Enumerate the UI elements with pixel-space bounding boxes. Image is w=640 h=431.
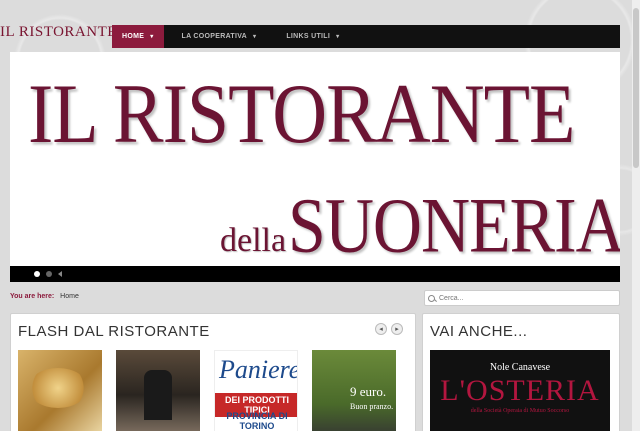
nav-la-cooperativa[interactable]: LA COOPERATIVA ▾ <box>170 25 269 48</box>
banner-title: IL RISTORANTE <box>28 67 575 162</box>
osteria-subtitle: della Società Operaia di Mutuo Soccorso <box>470 408 570 414</box>
search-input[interactable] <box>439 294 609 302</box>
carousel-arrows: ◂ ▸ <box>375 323 403 335</box>
search-icon[interactable] <box>428 294 435 302</box>
vai-anche-panel: VAI ANCHE... Nole Canavese L'OSTERIA del… <box>422 313 620 431</box>
banner-suoneria: SUONERIA <box>288 181 620 266</box>
nav-home-label: HOME <box>122 33 145 40</box>
banner-della: della <box>220 222 287 259</box>
lunch-caption: Buon pranzo. <box>350 402 394 411</box>
osteria-name: L'OSTERIA <box>440 374 600 407</box>
page-scrollbar[interactable] <box>632 0 640 431</box>
flash-panel: FLASH DAL RISTORANTE ◂ ▸ Paniere DEI PRO… <box>10 313 416 431</box>
paniere-province: PROVINCIA DI TORINO <box>226 411 288 431</box>
vai-anche-title: VAI ANCHE... <box>430 323 528 340</box>
lunch-price: 9 euro. <box>350 384 387 399</box>
thumb-paniere[interactable]: Paniere DEI PRODOTTI TIPICI PROVINCIA DI… <box>214 350 298 431</box>
flash-panel-title: FLASH DAL RISTORANTE <box>18 323 210 340</box>
thumb-pasta[interactable] <box>18 350 102 431</box>
thumb-lunch[interactable]: 9 euro. Buon pranzo. <box>312 350 396 431</box>
search-box <box>424 290 620 306</box>
nav-links-utili-label: LINKS UTILI <box>286 33 331 40</box>
chevron-down-icon: ▾ <box>253 34 257 40</box>
breadcrumb: You are here: Home <box>10 293 79 300</box>
breadcrumb-label: You are here: <box>10 293 55 300</box>
main-navbar: HOME ▾ LA COOPERATIVA ▾ LINKS UTILI ▾ <box>112 25 620 48</box>
slide-dot-1[interactable] <box>34 271 40 277</box>
nav-la-cooperativa-label: LA COOPERATIVA <box>181 33 248 40</box>
speaker-icon[interactable] <box>58 271 62 277</box>
thumb-waiter[interactable] <box>116 350 200 431</box>
breadcrumb-home[interactable]: Home <box>60 293 79 300</box>
chevron-down-icon: ▾ <box>150 34 154 40</box>
slide-dot-2[interactable] <box>46 271 52 277</box>
chevron-down-icon: ▾ <box>336 34 340 40</box>
osteria-location: Nole Canavese <box>489 362 551 373</box>
nav-home[interactable]: HOME ▾ <box>112 25 164 48</box>
scrollbar-thumb[interactable] <box>633 8 639 168</box>
nav-links-utili[interactable]: LINKS UTILI ▾ <box>274 25 351 48</box>
hero-banner[interactable]: IL RISTORANTE della SUONERIA <box>10 52 620 266</box>
chevron-right-icon[interactable]: ▸ <box>391 323 403 335</box>
paniere-logo-text: Paniere <box>219 355 298 384</box>
osteria-promo[interactable]: Nole Canavese L'OSTERIA della Società Op… <box>430 350 610 431</box>
thumbnail-row: Paniere DEI PRODOTTI TIPICI PROVINCIA DI… <box>18 350 396 431</box>
chevron-left-icon[interactable]: ◂ <box>375 323 387 335</box>
site-logo[interactable]: IL RISTORANTE <box>0 24 117 41</box>
slider-controls <box>10 266 620 282</box>
